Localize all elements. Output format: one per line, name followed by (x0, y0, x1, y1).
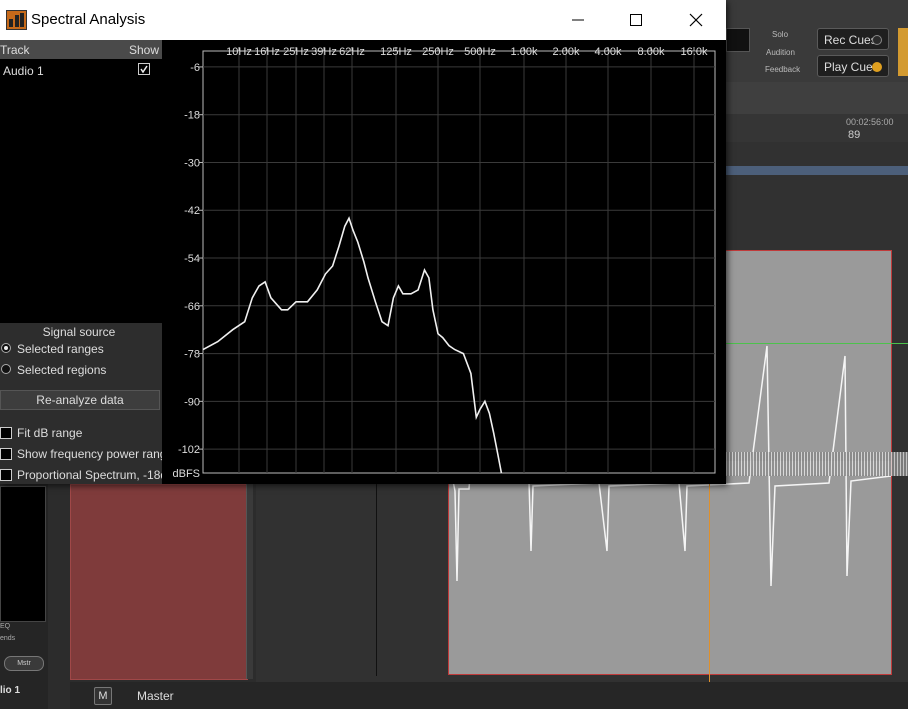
selected-regions-radio[interactable] (1, 364, 11, 374)
y-tick-label: -54 (184, 253, 200, 265)
spectrum-chart: -6-18-30-42-54-66-78-90-102dBFS10Hz 16Hz 2… (172, 46, 716, 480)
show-column-header[interactable]: Show (129, 43, 159, 57)
region-gap-line (376, 484, 377, 676)
x-tick-label: 500Hz (464, 46, 496, 58)
x-tick-label: 250Hz (422, 46, 454, 58)
y-tick-label: -18 (184, 110, 200, 122)
app-icon (6, 10, 27, 30)
show-power-range-label[interactable]: Show frequency power range (17, 447, 173, 461)
window-title: Spectral Analysis (31, 11, 146, 28)
feedback-label[interactable]: Feedback (765, 65, 800, 74)
mixer-plugin-box[interactable] (0, 486, 46, 622)
minimize-button[interactable] (548, 0, 608, 40)
minimize-icon (572, 19, 584, 21)
y-tick-label: -102 (178, 444, 200, 456)
proportional-spectrum-checkbox[interactable] (0, 469, 12, 481)
track-column-header[interactable]: Track (0, 43, 30, 57)
rec-led-icon (872, 35, 882, 45)
y-tick-label: -30 (184, 157, 200, 169)
gain-line[interactable] (726, 343, 908, 344)
spectrum-plot[interactable]: -6 -18 -30 -42 -54 -66 -78 -90 -102 dBFS 10Hz 16Hz 2… (162, 40, 726, 484)
rec-cues-label: Rec Cues (824, 33, 877, 47)
daw-transport-box (726, 28, 750, 52)
edge-button[interactable] (898, 28, 908, 76)
playhead[interactable] (709, 462, 710, 709)
close-icon (689, 13, 703, 27)
play-led-icon (872, 62, 882, 72)
checkmark-icon (140, 65, 148, 74)
waveform-right-strip (726, 452, 908, 476)
audio-region-red[interactable] (70, 484, 248, 680)
y-tick-label: -90 (184, 396, 200, 408)
proportional-spectrum-label[interactable]: Proportional Spectrum, -18dB (17, 468, 175, 482)
y-axis-label: dBFS (172, 468, 200, 480)
selected-ranges-label[interactable]: Selected ranges (17, 342, 104, 356)
y-tick-label: -42 (184, 205, 200, 217)
close-button[interactable] (666, 0, 726, 40)
x-tick-label: 125Hz (380, 46, 412, 58)
track-name: Audio 1 (3, 64, 44, 78)
solo-label[interactable]: Solo (772, 30, 788, 39)
show-track-checkbox[interactable] (138, 63, 150, 75)
timecode-label: 00:02:56:00 (846, 117, 894, 127)
x-tick-label: 2.00k (553, 46, 580, 58)
audition-label[interactable]: Audition (766, 48, 795, 57)
fit-db-range-label[interactable]: Fit dB range (17, 426, 82, 440)
selected-regions-label[interactable]: Selected regions (17, 363, 106, 377)
mstr-label: Mstr (17, 660, 31, 667)
show-power-range-checkbox[interactable] (0, 448, 12, 460)
timeline-ruler[interactable]: 00:02:56:00 89 (726, 114, 908, 143)
play-cues-button[interactable]: Play Cues (817, 55, 889, 77)
x-tick-label: 10Hz (226, 46, 252, 58)
region-splitter[interactable] (246, 484, 253, 679)
x-tick-label: 16.0k (681, 46, 708, 58)
master-track-header (70, 682, 908, 709)
y-tick-label: -78 (184, 349, 200, 361)
radio-dot-icon (4, 346, 8, 350)
eq-label: EQ (0, 623, 11, 630)
app-logo-icon (9, 13, 24, 27)
x-tick-label: 16Hz (254, 46, 280, 58)
y-tick-label: -6 (190, 62, 200, 74)
y-tick-label: -66 (184, 301, 200, 313)
daw-toolbar-strip (726, 82, 908, 114)
x-tick-label: 25Hz (283, 46, 309, 58)
rec-cues-button[interactable]: Rec Cues (817, 28, 889, 50)
x-tick-label: 8.00k (638, 46, 665, 58)
maximize-button[interactable] (606, 0, 666, 40)
mute-label: M (98, 690, 108, 702)
x-tick-label: 1.00k (511, 46, 538, 58)
master-track-label: Master (137, 689, 174, 703)
fit-db-range-checkbox[interactable] (0, 427, 12, 439)
sends-label: ends (0, 635, 16, 642)
reanalyze-label: Re-analyze data (36, 393, 124, 407)
mstr-button[interactable]: Mstr (4, 656, 44, 671)
x-tick-label: 39Hz (311, 46, 337, 58)
bar-number-label: 89 (848, 129, 861, 141)
track-row[interactable]: Audio 1 (0, 60, 162, 80)
automation-lane (726, 166, 908, 175)
maximize-icon (630, 14, 642, 26)
selected-ranges-radio[interactable] (1, 343, 11, 353)
track-list-header: Track Show (0, 40, 162, 59)
reanalyze-button[interactable]: Re-analyze data (0, 390, 160, 410)
x-tick-label: 62Hz (339, 46, 365, 58)
master-mute-button[interactable]: M (94, 687, 112, 705)
track-name-label: lio 1 (0, 685, 21, 696)
signal-source-heading: Signal source (42, 325, 116, 339)
x-tick-label: 4.00k (595, 46, 622, 58)
play-cues-label: Play Cues (824, 60, 879, 74)
